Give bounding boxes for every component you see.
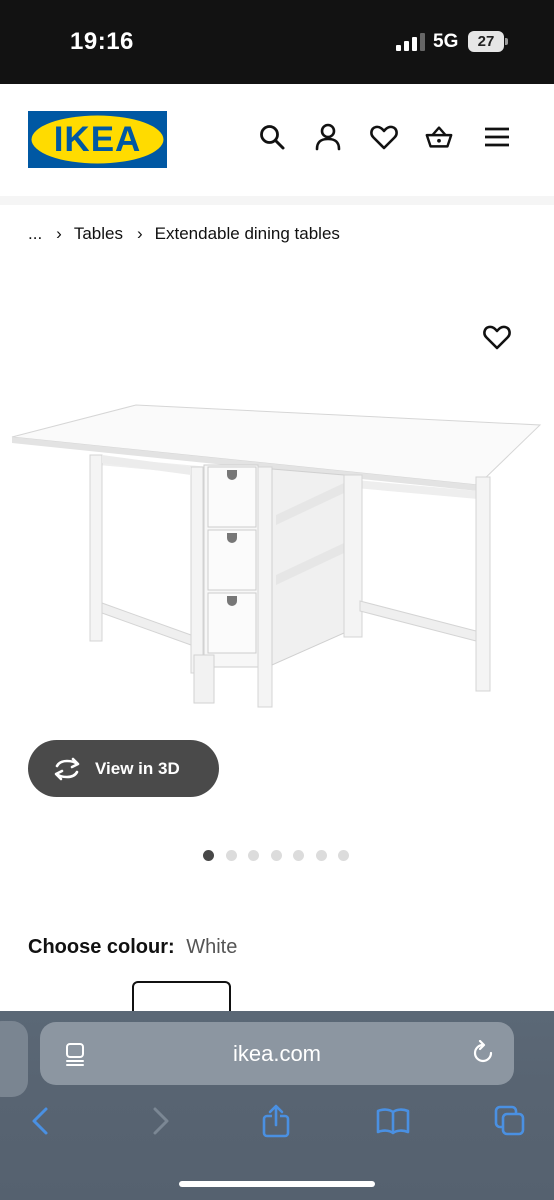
tabs-icon[interactable] bbox=[493, 1104, 527, 1138]
breadcrumb: ... › Tables › Extendable dining tables bbox=[28, 223, 340, 245]
search-icon[interactable] bbox=[257, 122, 287, 152]
share-icon[interactable] bbox=[259, 1104, 293, 1138]
basket-icon[interactable] bbox=[424, 122, 454, 152]
site-header: IKEA bbox=[0, 84, 554, 196]
battery-level: 27 bbox=[468, 31, 504, 52]
battery-icon: 27 bbox=[468, 31, 508, 52]
home-indicator bbox=[179, 1181, 375, 1187]
view-in-3d-label: View in 3D bbox=[95, 759, 180, 778]
ikea-logo[interactable]: IKEA bbox=[28, 111, 167, 168]
logo-text: IKEA bbox=[54, 120, 142, 159]
breadcrumb-item-tables[interactable]: Tables bbox=[74, 224, 123, 244]
favourite-heart-icon[interactable] bbox=[482, 322, 512, 352]
carousel-dot[interactable] bbox=[338, 850, 349, 861]
carousel-dot[interactable] bbox=[270, 850, 282, 861]
choose-colour-label: Choose colour: bbox=[28, 936, 175, 958]
user-icon[interactable] bbox=[313, 122, 343, 152]
carousel-dot[interactable] bbox=[225, 850, 237, 861]
status-time: 19:16 bbox=[70, 28, 134, 55]
heart-icon[interactable] bbox=[369, 122, 399, 152]
menu-icon[interactable] bbox=[482, 122, 512, 152]
carousel-dot[interactable] bbox=[248, 850, 259, 861]
previous-tab-peek[interactable] bbox=[0, 1021, 28, 1097]
status-bar: 19:16 5G 27 bbox=[0, 0, 554, 84]
carousel-dot[interactable] bbox=[293, 850, 304, 861]
reload-icon[interactable] bbox=[470, 1040, 496, 1066]
back-icon[interactable] bbox=[24, 1104, 58, 1138]
cellular-signal-icon bbox=[396, 33, 425, 51]
colour-selector-label: Choose colour: White bbox=[28, 936, 237, 959]
view-in-3d-button[interactable]: View in 3D bbox=[28, 740, 219, 797]
forward-icon[interactable] bbox=[143, 1104, 177, 1138]
breadcrumb-item-extendable-dining-tables[interactable]: Extendable dining tables bbox=[155, 224, 340, 244]
bookmarks-icon[interactable] bbox=[376, 1104, 410, 1138]
carousel-dot[interactable] bbox=[203, 850, 214, 861]
address-bar[interactable]: ikea.com bbox=[40, 1022, 514, 1085]
browser-toolbar: ikea.com bbox=[0, 1011, 554, 1200]
header-divider bbox=[0, 196, 554, 205]
carousel-dot[interactable] bbox=[315, 850, 327, 861]
address-text: ikea.com bbox=[232, 1041, 322, 1066]
network-type: 5G bbox=[433, 31, 459, 52]
chevron-right-icon: › bbox=[136, 224, 143, 243]
rotate-3d-icon bbox=[54, 757, 80, 781]
selected-colour-value: White bbox=[186, 936, 238, 958]
carousel-dots bbox=[203, 850, 361, 862]
product-image[interactable] bbox=[8, 395, 548, 715]
breadcrumb-ellipsis[interactable]: ... bbox=[28, 224, 42, 244]
chevron-right-icon: › bbox=[56, 224, 62, 243]
